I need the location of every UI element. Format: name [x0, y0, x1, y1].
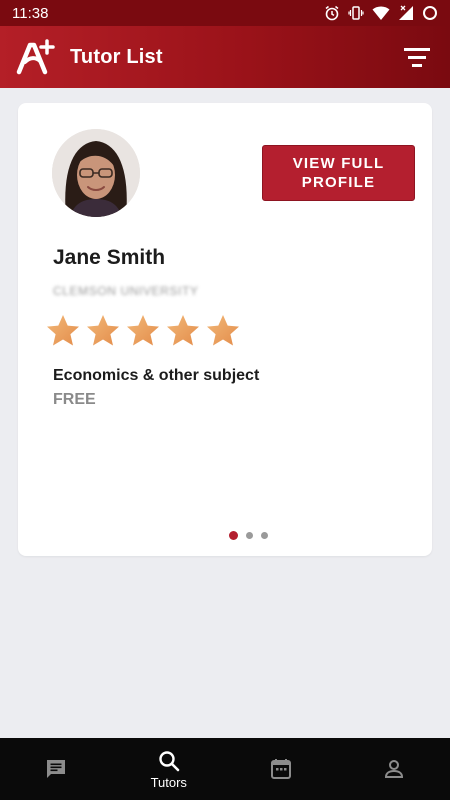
vibrate-icon: [348, 5, 364, 21]
chat-icon: [47, 760, 66, 778]
star-icon: [47, 315, 79, 346]
wifi-icon: [372, 5, 390, 21]
avatar: [52, 129, 140, 217]
pagination-dot[interactable]: [246, 532, 253, 539]
nav-label-tutors: Tutors: [150, 774, 187, 790]
filter-button[interactable]: [400, 40, 434, 74]
nav-item-profile[interactable]: [338, 738, 450, 800]
status-bar: 11:38: [0, 0, 450, 26]
tutor-subject: Economics & other subject: [53, 367, 260, 384]
view-full-profile-button[interactable]: VIEW FULL PROFILE: [262, 145, 415, 201]
tutor-card[interactable]: VIEW FULL PROFILE Jane Smith CLEMSON UNI…: [18, 103, 432, 556]
tutor-school: CLEMSON UNIVERSITY: [53, 284, 199, 298]
pagination-dot-active[interactable]: [229, 531, 238, 540]
calendar-icon: [271, 759, 292, 779]
star-icon: [167, 315, 199, 346]
star-icon: [87, 315, 119, 346]
search-icon: [159, 750, 180, 771]
status-icons: [324, 5, 438, 21]
pagination-dot[interactable]: [261, 532, 268, 539]
tutor-name: Jane Smith: [53, 246, 166, 269]
pagination-dots[interactable]: [229, 531, 268, 540]
person-icon: [384, 760, 403, 778]
app-bar: Tutor List: [0, 26, 450, 88]
signal-icon: [398, 5, 414, 21]
alarm-icon: [324, 5, 340, 21]
nav-item-tutors[interactable]: Tutors: [113, 738, 226, 800]
filter-icon: [404, 48, 430, 67]
bottom-nav: Tutors: [0, 738, 450, 800]
status-time: 11:38: [12, 4, 49, 22]
tutor-price: FREE: [53, 391, 96, 408]
star-icon: [127, 315, 159, 346]
nav-item-calendar[interactable]: [225, 738, 338, 800]
star-icon: [207, 315, 239, 346]
a-plus-logo: [16, 37, 56, 77]
nav-item-chat[interactable]: [0, 738, 113, 800]
rating-stars: [45, 313, 241, 349]
battery-icon: [422, 5, 438, 21]
page-title: Tutor List: [70, 45, 163, 68]
